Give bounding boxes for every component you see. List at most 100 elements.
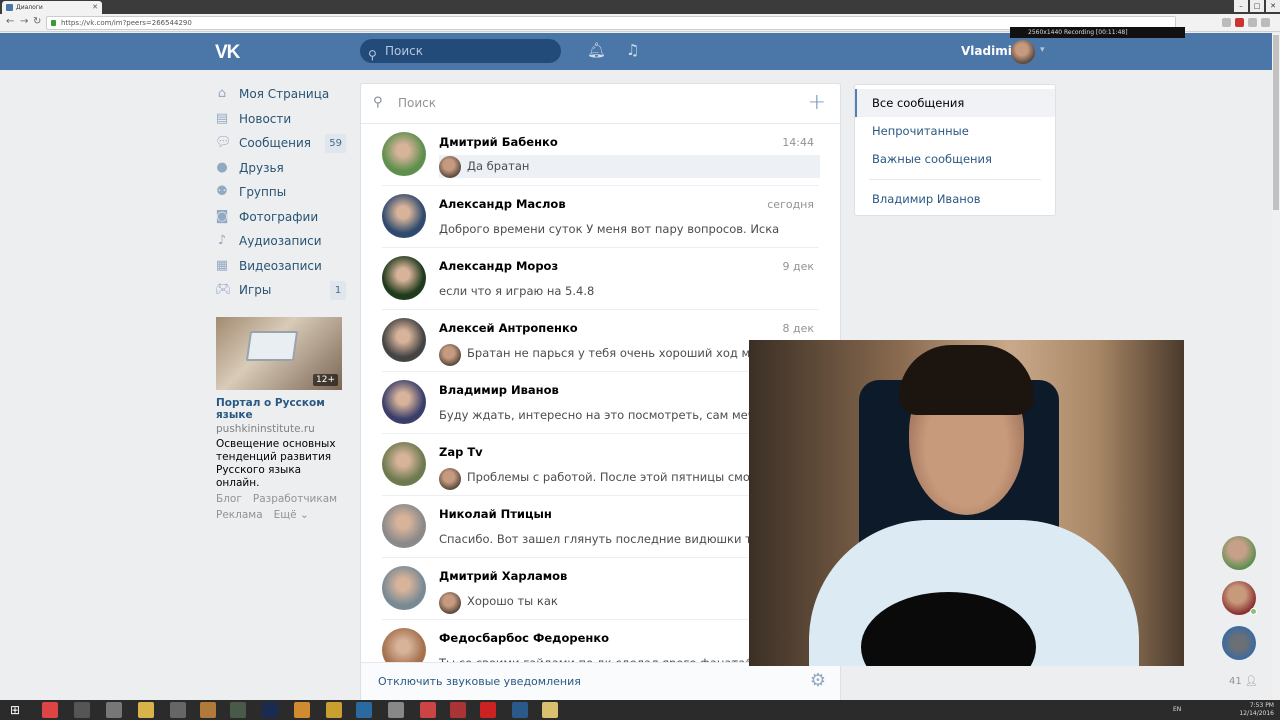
dialogs-search-placeholder: Поиск [398,96,437,110]
nav-label: Друзья [239,160,284,175]
nav-item-audio[interactable]: ♪ Аудиозаписи [210,229,350,254]
app-icon[interactable] [356,702,372,718]
chevron-down-icon[interactable]: ▾ [1040,45,1045,55]
new-message-plus-icon[interactable]: + [808,90,826,115]
avatar[interactable] [382,380,426,424]
system-clock[interactable]: 7:53 PM 12/14/2016 [1239,702,1274,718]
dialog-name[interactable]: Николай Птицын [439,507,552,521]
keyboard-language[interactable]: EN [1173,706,1181,713]
nav-item-games[interactable]: 🎮︎ Игры 1 [210,278,350,303]
address-bar[interactable]: https://vk.com/im?peers=266544290 [46,16,1176,30]
steam-icon[interactable] [512,702,528,718]
dialog-name[interactable]: Дмитрий Харламов [439,569,567,583]
filter-all-messages[interactable]: Все сообщения [855,89,1055,117]
nav-item-friends[interactable]: ● Друзья [210,156,350,181]
folder-icon[interactable] [138,702,154,718]
browser-tab[interactable]: Диалоги ✕ [2,1,102,14]
vk-logo-icon[interactable]: VK [215,42,240,64]
nav-label: Фотографии [239,209,319,224]
online-count[interactable]: 41 👤︎ [1229,676,1258,687]
app-icon[interactable] [230,702,246,718]
dialog-name[interactable]: Александр Маслов [439,197,566,211]
app-icon[interactable] [388,702,404,718]
folder-icon[interactable] [542,702,558,718]
app-icon[interactable] [450,702,466,718]
reload-icon[interactable]: ↻ [33,16,41,27]
footer-link-ads[interactable]: Реклама [216,509,263,521]
dialog-row[interactable]: Александр Маслов сегодня Доброго времени с… [382,186,819,248]
back-icon[interactable]: ← [6,16,14,27]
contact-avatar[interactable] [1222,626,1256,660]
maximize-icon[interactable]: □ [1250,0,1264,12]
contact-avatar[interactable] [1222,536,1256,570]
nav-item-video[interactable]: ▦ Видеозаписи [210,254,350,279]
dialog-row[interactable]: Дмитрий Бабенко 14:44 Да братан [382,124,820,186]
app-icon[interactable] [200,702,216,718]
app-icon[interactable] [74,702,90,718]
ad-image[interactable]: 12+ [216,317,342,390]
ad-title[interactable]: Портал о Русском языке [216,397,342,421]
close-window-icon[interactable]: ✕ [1266,0,1280,12]
nav-item-my-page[interactable]: ⌂ Моя Страница [210,82,350,107]
user-name[interactable]: Vladimir [961,44,1018,58]
mute-notifications-link[interactable]: Отключить звуковые уведомления [378,675,581,688]
app-icon[interactable] [170,702,186,718]
nav-item-photos[interactable]: ◙ Фотографии [210,205,350,230]
dialog-name[interactable]: Владимир Иванов [439,383,559,397]
nav-item-groups[interactable]: ⚉ Группы [210,180,350,205]
filter-important[interactable]: Важные сообщения [855,145,1055,173]
dialog-name[interactable]: Федосбарбос Федоренко [439,631,609,645]
filter-person[interactable]: Владимир Иванов [855,185,1055,213]
chrome-icon[interactable] [42,702,58,718]
app-icon[interactable] [294,702,310,718]
ad-block[interactable]: 12+ Портал о Русском языке pushkininstit… [216,317,342,490]
nav-item-news[interactable]: ▤ Новости [210,107,350,132]
avatar[interactable] [382,442,426,486]
header-search-input[interactable]: ⚲ Поиск [360,39,561,63]
dialogs-search-bar[interactable]: ⚲ Поиск + [361,84,840,124]
extension-icon[interactable] [1248,18,1257,27]
avatar[interactable] [382,504,426,548]
nav-label: Видеозаписи [239,258,322,273]
avatar[interactable] [382,256,426,300]
dialog-name[interactable]: Дмитрий Бабенко [439,135,558,149]
dialog-preview-text: Доброго времени суток У меня вот пару во… [439,222,779,236]
app-icon[interactable] [326,702,342,718]
app-icon[interactable] [420,702,436,718]
nav-item-messages[interactable]: 💬︎ Сообщения 59 [210,131,350,156]
dialog-row[interactable]: Александр Мороз 9 дек если что я играю на … [382,248,819,310]
footer-link-more[interactable]: Ещё ⌄ [274,509,309,521]
photoshop-icon[interactable] [262,702,278,718]
vk-header: VK ⚲ Поиск 🔔︎ ♫ Vladimir ▾ [0,33,1272,70]
gear-icon[interactable]: ⚙ [810,670,826,691]
search-icon: ⚲ [373,95,383,110]
avatar[interactable] [382,194,426,238]
extension-icon[interactable] [1235,18,1244,27]
avatar[interactable] [382,318,426,362]
app-icon[interactable] [480,702,496,718]
footer-link-developers[interactable]: Разработчикам [253,493,337,505]
avatar[interactable] [382,132,426,176]
url-text: https://vk.com/im?peers=266544290 [61,19,192,27]
app-icon[interactable] [106,702,122,718]
footer-link-blog[interactable]: Блог [216,493,242,505]
dialog-name[interactable]: Zap Tv [439,445,483,459]
avatar[interactable] [1011,40,1035,64]
avatar[interactable] [382,566,426,610]
dialog-name[interactable]: Александр Мороз [439,259,558,273]
scrollbar-thumb[interactable] [1273,35,1279,210]
dialog-time: 14:44 [782,136,814,149]
close-tab-icon[interactable]: ✕ [92,1,98,14]
music-note-icon[interactable]: ♫ [626,41,639,59]
extension-icon[interactable] [1222,18,1231,27]
forward-icon[interactable]: → [20,16,28,27]
dialog-name[interactable]: Алексей Антропенко [439,321,578,335]
games-count-badge: 1 [330,281,346,300]
filter-unread[interactable]: Непрочитанные [855,117,1055,145]
minimize-icon[interactable]: – [1234,0,1248,12]
bell-icon[interactable]: 🔔︎ [587,41,606,59]
windows-start-icon[interactable]: ⊞ [4,702,26,718]
menu-icon[interactable] [1261,18,1270,27]
dialog-time: сегодня [767,198,814,211]
page-scrollbar[interactable] [1272,33,1280,700]
